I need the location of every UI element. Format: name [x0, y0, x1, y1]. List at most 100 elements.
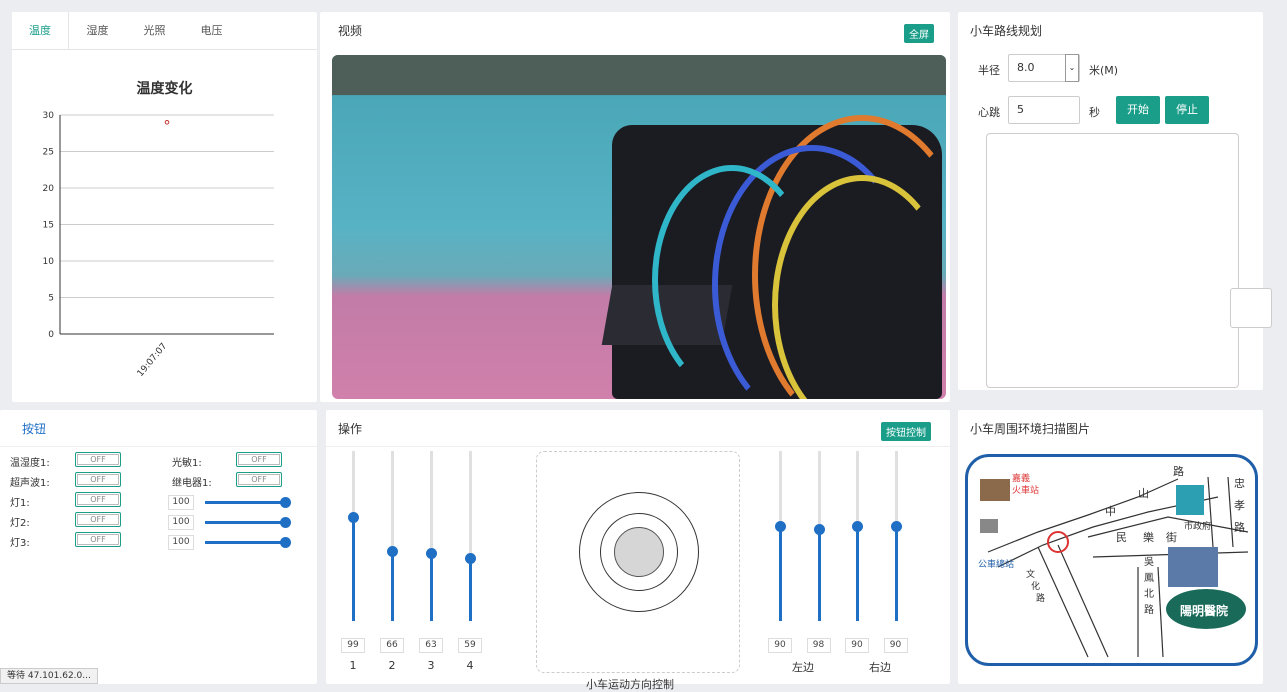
- v-slider-value[interactable]: 90: [768, 638, 792, 653]
- v-slider-thumb[interactable]: [348, 512, 359, 523]
- switch-state: OFF: [77, 474, 119, 485]
- v-slider-fill: [817, 529, 821, 621]
- scroll-handle[interactable]: [1230, 288, 1272, 328]
- map-label-road: 樂: [1143, 531, 1154, 544]
- button-control-toggle[interactable]: 按钮控制: [881, 422, 931, 441]
- slider2-thumb[interactable]: [280, 517, 291, 528]
- v-slider-thumb[interactable]: [813, 524, 825, 535]
- map-label-road: 山: [1138, 487, 1149, 500]
- joystick-area[interactable]: [536, 451, 740, 673]
- slider1-track[interactable]: [205, 501, 287, 504]
- map-label-road: 路: [1144, 605, 1154, 616]
- v-slider-value[interactable]: 99: [341, 638, 365, 653]
- v-slider-thumb[interactable]: [890, 521, 902, 532]
- radius-unit: 米(M): [1089, 64, 1119, 77]
- map-label-road: 鳳: [1144, 573, 1154, 584]
- radius-value: 8.0: [1017, 61, 1035, 74]
- v-slider-thumb[interactable]: [852, 521, 863, 532]
- switch-relay[interactable]: OFF: [236, 472, 282, 487]
- fullscreen-button[interactable]: 全屏: [904, 24, 934, 43]
- operation-title: 操作: [338, 422, 363, 436]
- v-slider-thumb[interactable]: [426, 548, 437, 559]
- map-label-road: 忠: [1234, 477, 1245, 490]
- slider2-value[interactable]: 100: [168, 515, 194, 530]
- map-label-road: 孝: [1234, 499, 1245, 512]
- joystick-outer-ring: [579, 492, 699, 612]
- start-button[interactable]: 开始: [1116, 96, 1160, 124]
- map-label-road: 吳: [1144, 557, 1154, 568]
- video-panel: 视频 全屏: [320, 12, 950, 402]
- y-tick-label: 25: [43, 148, 54, 158]
- y-tick-label: 10: [43, 257, 55, 267]
- switch-light3[interactable]: OFF: [75, 532, 121, 547]
- v-slider-fill: [391, 551, 394, 621]
- radius-select[interactable]: 8.0 ⌄: [1008, 54, 1080, 82]
- y-tick-label: 5: [48, 294, 54, 304]
- slider1-thumb[interactable]: [280, 497, 291, 508]
- switch-ultrasonic[interactable]: OFF: [75, 472, 121, 487]
- map-label-road: 路: [1234, 521, 1245, 534]
- slider2-track[interactable]: [205, 521, 287, 524]
- status-bar: 等待 47.101.62.0...: [0, 668, 98, 684]
- switch-light2[interactable]: OFF: [75, 512, 121, 527]
- joystick-caption: 小车运动方向控制: [586, 678, 674, 691]
- x-tick-label: 19:07:07: [136, 342, 170, 379]
- switch-state: OFF: [77, 494, 119, 505]
- switch-state: OFF: [77, 454, 119, 465]
- chevron-down-icon: ⌄: [1065, 54, 1079, 82]
- v-slider-value[interactable]: 98: [806, 638, 831, 653]
- switch-label-light3: 灯3:: [10, 538, 30, 549]
- y-tick-label: 20: [43, 184, 55, 194]
- divider: [326, 446, 950, 447]
- buttons-title: 按钮: [22, 422, 47, 436]
- map-label-road: 路: [1036, 594, 1046, 604]
- video-feed: [332, 55, 946, 399]
- v-slider-label: 3: [427, 659, 435, 672]
- map-label-road: 路: [1173, 465, 1184, 478]
- scan-map: 嘉義 火車站 公車總站 市政府 陽明醫院 路 山 中 民 樂 街 忠 孝 路 吳…: [965, 454, 1258, 666]
- route-canvas[interactable]: [986, 133, 1239, 388]
- v-slider-fill: [779, 526, 782, 621]
- slider3-track[interactable]: [205, 541, 287, 544]
- slider3-value[interactable]: 100: [168, 535, 194, 550]
- v-slider-thumb[interactable]: [775, 521, 786, 532]
- map-label-station2: 火車站: [1012, 486, 1040, 496]
- chart-panel: 温度 湿度 光照 电压 温度变化 0 5 10 15 20 25 30 19:07:07: [12, 12, 317, 402]
- joystick-knob[interactable]: [614, 527, 664, 577]
- route-panel: 小车路线规划 半径 8.0 ⌄ 米(M) 心跳 5 秒 开始 停止: [958, 12, 1263, 390]
- v-slider-value[interactable]: 90: [845, 638, 869, 653]
- v-slider-thumb[interactable]: [387, 546, 398, 557]
- speed-label: 心跳: [978, 106, 1000, 119]
- v-slider-value[interactable]: 66: [380, 638, 404, 653]
- v-slider-thumb[interactable]: [465, 553, 476, 564]
- map-label-bus: 公車總站: [978, 560, 1015, 570]
- v-slider-label: 4: [466, 659, 474, 672]
- switch-label-light1: 灯1:: [10, 498, 30, 509]
- map-label-gov: 市政府: [1184, 522, 1212, 532]
- switch-light1[interactable]: OFF: [75, 492, 121, 507]
- map-label-road: 民: [1116, 531, 1127, 544]
- operation-panel: 操作 按钮控制 99 1 66 2 63 3 59 4 90 98 90 90 左边 右边 小车运动…: [326, 410, 950, 691]
- video-background-strip: [332, 55, 946, 95]
- switch-temp-humidity[interactable]: OFF: [75, 452, 121, 467]
- switch-label-ultrasonic: 超声波1:: [10, 478, 50, 489]
- left-caption: 左边: [792, 661, 814, 674]
- slider1-value[interactable]: 100: [168, 495, 194, 510]
- switch-photosensor[interactable]: OFF: [236, 452, 282, 467]
- stop-button[interactable]: 停止: [1165, 96, 1209, 124]
- switch-state: OFF: [77, 534, 119, 545]
- switch-state: OFF: [238, 474, 280, 485]
- speed-input[interactable]: 5: [1008, 96, 1080, 124]
- route-title: 小车路线规划: [970, 24, 1043, 38]
- switch-label-temp-humidity: 温湿度1:: [10, 458, 50, 469]
- v-slider-label: 2: [388, 659, 396, 672]
- v-slider-fill: [856, 526, 859, 621]
- v-slider-value[interactable]: 90: [883, 638, 908, 653]
- switch-label-light2: 灯2:: [10, 518, 30, 529]
- scan-title: 小车周围环境扫描图片: [970, 422, 1091, 436]
- v-slider-value[interactable]: 63: [419, 638, 443, 653]
- v-slider-value[interactable]: 59: [458, 638, 482, 653]
- slider3-thumb[interactable]: [280, 537, 291, 548]
- v-slider-label: 1: [349, 659, 357, 672]
- y-tick-label: 15: [43, 221, 54, 231]
